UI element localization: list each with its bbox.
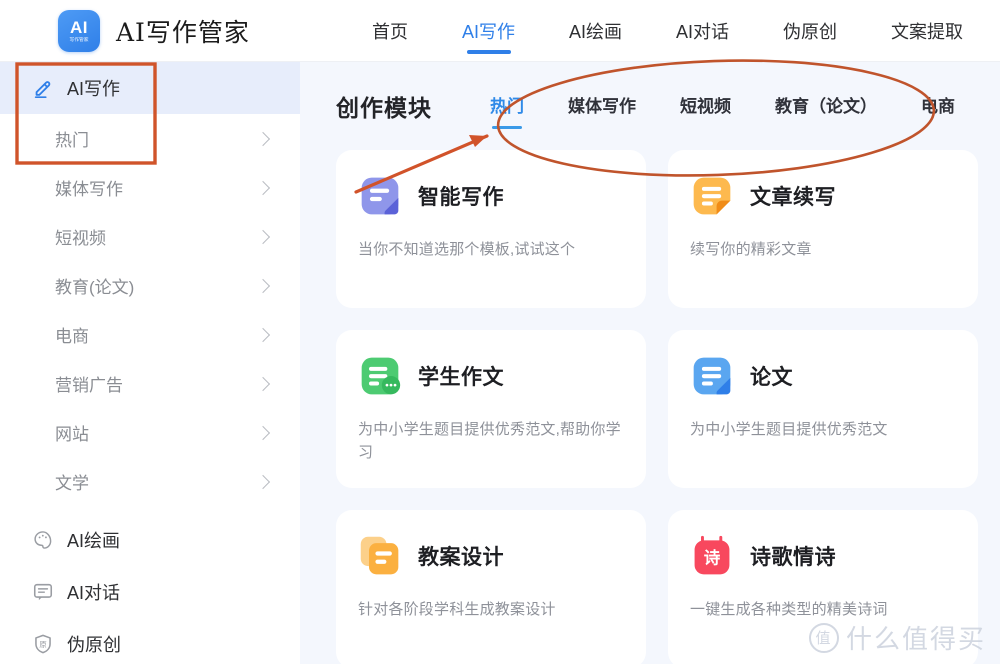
chevron-right-icon	[255, 474, 271, 489]
app-logo-icon: AI 写作管家	[58, 9, 100, 52]
sidebar-item-media-writing[interactable]: 媒体写作	[0, 163, 300, 212]
sidebar-item-ai-drawing[interactable]: AI绘画	[0, 514, 300, 566]
doc-dots-icon	[361, 357, 401, 395]
card-header: 教案设计	[358, 534, 624, 578]
card-description: 为中小学生题目提供优秀范文	[690, 421, 888, 438]
chevron-right-icon	[255, 278, 271, 293]
nav-item-ai-writing[interactable]: AI写作	[462, 0, 515, 62]
chevron-right-icon	[255, 425, 271, 440]
card-description: 续写你的精彩文章	[690, 241, 812, 258]
card-title: 智能写作	[418, 186, 504, 209]
tab-ecommerce[interactable]: 电商	[921, 92, 955, 121]
tab-short-video[interactable]: 短视频	[680, 92, 731, 121]
card-thesis[interactable]: 论文 为中小学生题目提供优秀范文	[668, 330, 978, 488]
watermark-badge: 值	[808, 622, 839, 653]
tab-hot[interactable]: 热门	[490, 92, 524, 121]
brand: AI 写作管家 AI写作管家	[58, 9, 250, 52]
card-description: 当你不知道选那个模板,试试这个	[358, 241, 576, 258]
sidebar-item-label: 教育(论文)	[55, 278, 135, 297]
watermark-text: 什么值得买	[845, 625, 986, 655]
sidebar-divider-space	[0, 506, 300, 514]
app-root: AI 写作管家 AI写作管家 首页 AI写作 AI绘画 AI对话 伪原创 文案提…	[0, 0, 1000, 664]
sidebar-item-label: AI写作	[67, 79, 121, 99]
sidebar-item-website[interactable]: 网站	[0, 408, 300, 457]
sidebar-item-label: 热门	[55, 131, 89, 150]
card-header: 学生作文	[358, 354, 624, 398]
card-student-essay[interactable]: 学生作文 为中小学生题目提供优秀范文,帮助你学习	[336, 330, 646, 488]
chevron-right-icon	[255, 229, 271, 244]
chevron-right-icon	[255, 376, 271, 391]
nav-item-rewrite[interactable]: 伪原创	[783, 0, 837, 62]
svg-text:原: 原	[39, 640, 46, 649]
sidebar-item-marketing-ads[interactable]: 营销广告	[0, 359, 300, 408]
page-title: 创作模块	[336, 95, 432, 121]
sidebar-item-label: 伪原创	[67, 635, 121, 655]
card-header: 文章续写	[690, 174, 956, 218]
brand-title: AI写作管家	[116, 17, 250, 47]
card-header: 论文	[690, 354, 956, 398]
top-navigation: 首页 AI写作 AI绘画 AI对话 伪原创 文案提取	[372, 0, 963, 62]
sidebar-item-hot[interactable]: 热门	[0, 114, 300, 163]
category-tabs: 热门 媒体写作 短视频 教育（论文） 电商	[490, 92, 999, 121]
logo-sub-text: 写作管家	[69, 36, 89, 43]
nav-item-copy-extract[interactable]: 文案提取	[891, 0, 963, 62]
sidebar: AI写作 热门 媒体写作 短视频 教育(论文) 电商 营销广告 网站 文学 AI…	[0, 62, 300, 664]
sidebar-item-label: 电商	[55, 327, 89, 346]
card-title: 诗歌情诗	[750, 546, 836, 569]
svg-text:诗: 诗	[704, 548, 721, 567]
card-header: 智能写作	[358, 174, 624, 218]
nav-item-ai-chat[interactable]: AI对话	[676, 0, 729, 62]
sidebar-item-ai-writing[interactable]: AI写作	[0, 62, 300, 114]
sidebar-item-ai-chat[interactable]: AI对话	[0, 566, 300, 618]
content-header: 创作模块 热门 媒体写作 短视频 教育（论文） 电商	[300, 62, 1000, 150]
sidebar-item-label: 文学	[55, 474, 89, 493]
chevron-right-icon	[255, 131, 271, 146]
sidebar-item-label: AI绘画	[67, 531, 121, 551]
chevron-right-icon	[255, 180, 271, 195]
sidebar-item-label: 网站	[55, 425, 89, 444]
card-header: 诗 诗歌情诗	[690, 534, 956, 578]
content-panel: 创作模块 热门 媒体写作 短视频 教育（论文） 电商 智能写作 当你不知道选那个…	[300, 62, 1000, 664]
palette-icon	[34, 531, 52, 549]
sidebar-item-label: 短视频	[55, 229, 106, 248]
card-title: 教案设计	[418, 546, 504, 569]
card-description: 一键生成各种类型的精美诗词	[690, 601, 888, 618]
poem-icon: 诗	[694, 535, 730, 575]
doc-fold-icon	[693, 177, 731, 215]
nav-item-home[interactable]: 首页	[372, 0, 408, 62]
top-bar: AI 写作管家 AI写作管家 首页 AI写作 AI绘画 AI对话 伪原创 文案提…	[0, 0, 1000, 62]
doc-pen-icon	[361, 177, 399, 215]
card-title: 论文	[750, 366, 793, 389]
sidebar-item-label: AI对话	[67, 583, 121, 603]
tab-education[interactable]: 教育（论文）	[775, 92, 877, 121]
card-grid: 智能写作 当你不知道选那个模板,试试这个 文章续写 续写你的精彩文章 学生作文 …	[336, 150, 1000, 664]
sidebar-item-education[interactable]: 教育(论文)	[0, 261, 300, 310]
sidebar-item-literature[interactable]: 文学	[0, 457, 300, 506]
card-description: 为中小学生题目提供优秀范文,帮助你学习	[358, 421, 621, 462]
sidebar-item-short-video[interactable]: 短视频	[0, 212, 300, 261]
nav-item-ai-drawing[interactable]: AI绘画	[569, 0, 622, 62]
sidebar-item-ecommerce[interactable]: 电商	[0, 310, 300, 359]
card-description: 针对各阶段学科生成教案设计	[358, 601, 556, 618]
card-lesson-plan[interactable]: 教案设计 针对各阶段学科生成教案设计	[336, 510, 646, 664]
card-article-continue[interactable]: 文章续写 续写你的精彩文章	[668, 150, 978, 308]
sidebar-item-label: 媒体写作	[55, 180, 123, 199]
chat-icon	[33, 583, 53, 601]
pen-icon	[34, 81, 51, 98]
shield-icon: 原	[35, 634, 51, 654]
card-smart-writing[interactable]: 智能写作 当你不知道选那个模板,试试这个	[336, 150, 646, 308]
card-title: 学生作文	[418, 366, 504, 389]
sidebar-item-label: 营销广告	[55, 376, 123, 395]
doc-pen-icon	[693, 357, 731, 395]
doc-stack-icon	[360, 536, 399, 575]
watermark: 值 什么值得买	[808, 619, 986, 656]
logo-ai-text: AI	[70, 17, 88, 37]
tab-media-writing[interactable]: 媒体写作	[568, 92, 636, 121]
card-title: 文章续写	[750, 186, 836, 209]
body-wrapper: AI写作 热门 媒体写作 短视频 教育(论文) 电商 营销广告 网站 文学 AI…	[0, 62, 1000, 664]
sidebar-item-rewrite[interactable]: 原 伪原创	[0, 618, 300, 664]
chevron-right-icon	[255, 327, 271, 342]
